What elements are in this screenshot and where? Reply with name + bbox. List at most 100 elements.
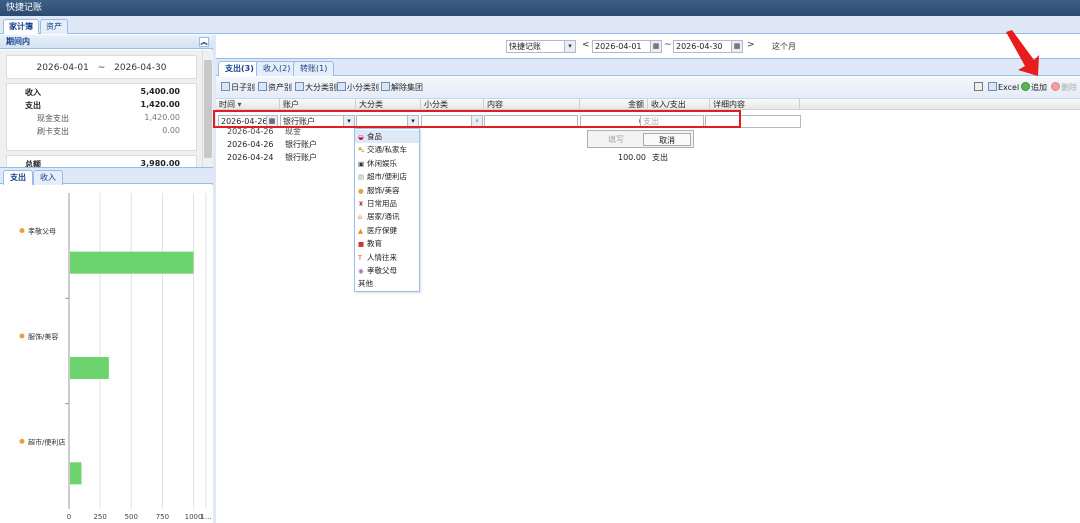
minus-icon <box>1051 82 1060 91</box>
by-subcategory-label: 小分类别 <box>347 83 379 92</box>
start-date-value: 2026-04-01 <box>595 42 642 51</box>
tab-expense-chart[interactable]: 支出 <box>3 170 33 185</box>
dropdown-item[interactable]: ♜ 日常用品 <box>355 197 419 210</box>
by-day-button[interactable]: 日子别 <box>221 81 255 94</box>
parents-icon: ◉ <box>358 267 364 275</box>
category-label: 超市/便利店 <box>28 437 65 446</box>
tab-household[interactable]: 家计簿 <box>3 19 39 34</box>
table-icon <box>258 82 267 91</box>
period-range: 2026-04-01 ~ 2026-04-30 <box>6 55 197 79</box>
table-icon <box>337 82 346 91</box>
col-time[interactable]: 时间 ▾ <box>216 99 280 110</box>
window-title: 快捷记账 <box>0 0 1080 16</box>
by-asset-button[interactable]: 资产别 <box>258 81 292 94</box>
dropdown-item[interactable]: ▤ 超市/便利店 <box>355 170 419 183</box>
col-detail[interactable]: 详细内容 <box>710 99 800 110</box>
category-icon <box>19 228 25 234</box>
toolbar: 日子别 资产别 大分类别 小分类别 解除集团 Excel 追加 删除 <box>216 77 1080 99</box>
person-icon: ● <box>358 186 364 195</box>
col-amount[interactable]: 金额 <box>580 99 648 110</box>
row-date: 2026-04-26 <box>227 140 274 149</box>
tab-income-chart[interactable]: 收入 <box>33 170 63 185</box>
dropdown-item[interactable]: ■ 教育 <box>355 237 419 250</box>
by-subcategory-button[interactable]: 小分类别 <box>337 81 379 94</box>
tab-assets[interactable]: 资产 <box>40 19 68 34</box>
expense-row: 支出 1,420.00 <box>7 100 196 112</box>
dropdown-item-label: 服饰/美容 <box>367 185 400 195</box>
row-account: 银行账户 <box>285 153 317 162</box>
cancel-button[interactable]: 取消 <box>643 133 691 146</box>
table-icon <box>295 82 304 91</box>
print-button[interactable] <box>974 81 984 94</box>
summary-scrollbar[interactable] <box>202 50 213 167</box>
dropdown-item[interactable]: ● 服饰/美容 <box>355 184 419 197</box>
date-range-tilde: ~ <box>664 40 672 50</box>
dropdown-item[interactable]: ◉ 孝敬父母 <box>355 264 419 277</box>
grid-header: 时间 ▾ 账户 大分类 小分类 内容 金额 收入/支出 详细内容 <box>216 99 1080 110</box>
period-sep: ~ <box>97 63 106 73</box>
add-button[interactable]: 追加 <box>1021 81 1047 94</box>
scroll-thumb[interactable] <box>204 60 212 158</box>
book-icon: ■ <box>358 240 365 249</box>
dropdown-item-label: 其他 <box>358 279 373 289</box>
printer-icon <box>974 82 983 91</box>
col-category[interactable]: 大分类 <box>356 99 421 110</box>
medical-icon: ▲ <box>358 226 363 235</box>
gift-icon: T <box>358 253 362 262</box>
category-icon <box>19 333 25 339</box>
filter-bar: 快捷记账 ▾ < 2026-04-01 ▦ ~ 2026-04-30 ▦ > 这个月 <box>216 35 1080 58</box>
dropdown-item[interactable]: ▲ 医疗保健 <box>355 224 419 237</box>
expense-bar <box>70 357 109 379</box>
prev-period-button[interactable]: < <box>582 40 590 50</box>
category-icon <box>19 438 25 444</box>
update-button[interactable]: 填写 <box>592 133 640 146</box>
period-start: 2026-04-01 <box>36 63 89 73</box>
tab-income[interactable]: 收入(2) <box>256 61 298 76</box>
col-type[interactable]: 收入/支出 <box>648 99 710 110</box>
ungroup-button[interactable]: 解除集团 <box>381 81 423 94</box>
col-account[interactable]: 账户 <box>280 99 356 110</box>
table-row[interactable]: 2026-04-24 银行账户 100.00 支出 <box>216 151 1080 164</box>
dropdown-item[interactable]: ⛍ 交通/私家车 <box>355 143 419 156</box>
tab-transfer[interactable]: 转账(1) <box>293 61 335 76</box>
col-time-label: 时间 <box>219 100 235 109</box>
this-month-link[interactable]: 这个月 <box>772 41 796 52</box>
next-period-button[interactable]: > <box>747 40 755 50</box>
collapse-icon[interactable]: ︽ <box>199 37 209 47</box>
start-date-field[interactable]: 2026-04-01 ▦ <box>592 40 662 53</box>
by-asset-label: 资产别 <box>268 83 292 92</box>
col-content[interactable]: 内容 <box>484 99 580 110</box>
delete-label: 删除 <box>1061 83 1077 92</box>
right-panel: 快捷记账 ▾ < 2026-04-01 ▦ ~ 2026-04-30 ▦ > 这个月 … <box>216 35 1080 523</box>
excel-button[interactable]: Excel <box>988 81 1019 94</box>
col-subcategory[interactable]: 小分类 <box>421 99 484 110</box>
table-icon <box>381 82 390 91</box>
food-icon: ◒ <box>358 133 364 141</box>
chevron-down-icon[interactable]: ▾ <box>564 41 575 52</box>
dropdown-item[interactable]: T 人情往来 <box>355 251 419 264</box>
row-type: 支出 <box>652 153 668 162</box>
end-date-field[interactable]: 2026-04-30 ▦ <box>673 40 743 53</box>
mode-select[interactable]: 快捷记账 ▾ <box>506 40 576 53</box>
dropdown-item[interactable]: ◒ 食品 <box>355 130 419 144</box>
end-date-value: 2026-04-30 <box>676 42 723 51</box>
expense-bar <box>70 462 82 485</box>
dropdown-item[interactable]: ⌂ 居家/通讯 <box>355 210 419 223</box>
dropdown-item-label: 交通/私家车 <box>367 145 408 155</box>
dropdown-item[interactable]: ▣ 休闲娱乐 <box>355 157 419 170</box>
x-tick-label: 750 <box>156 513 169 521</box>
by-category-button[interactable]: 大分类别 <box>295 81 337 94</box>
calendar-icon[interactable]: ▦ <box>731 41 742 52</box>
category-label: 孝敬父母 <box>28 227 56 236</box>
cash-value: 1,420.00 <box>144 113 180 122</box>
calendar-icon[interactable]: ▦ <box>650 41 661 52</box>
cash-row: 现金支出 1,420.00 <box>7 113 196 125</box>
x-tick-label: 500 <box>125 513 138 521</box>
expense-bar-chart: 025050075010001...孝敬父母服饰/美容超市/便利店预算支出 <box>19 193 212 521</box>
card-label: 刷卡支出 <box>37 127 69 136</box>
delete-button[interactable]: 删除 <box>1051 81 1077 94</box>
dropdown-item[interactable]: 其他 <box>355 277 419 290</box>
ungroup-label: 解除集团 <box>391 83 423 92</box>
tab-expense[interactable]: 支出(3) <box>218 61 261 76</box>
row-account: 银行账户 <box>285 140 317 149</box>
